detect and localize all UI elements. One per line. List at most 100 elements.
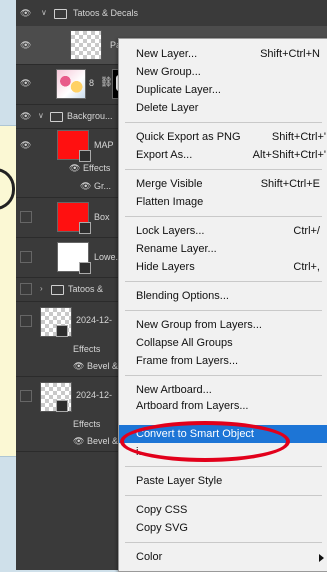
menu-item-duplicate-layer[interactable]: Duplicate Layer... — [119, 81, 327, 99]
smart-object-badge-icon — [79, 222, 91, 234]
menu-item-copy-css[interactable]: Copy CSS — [119, 501, 327, 519]
layer-name: Box — [94, 212, 110, 222]
menu-item-flatten-image[interactable]: Flatten Image — [119, 193, 327, 211]
effects-label: Effects — [83, 163, 111, 173]
visibility-toggle[interactable] — [20, 251, 32, 263]
menu-item-label: Collapse All Groups — [136, 337, 233, 349]
menu-item-label: New Group from Layers... — [136, 319, 262, 331]
menu-item-label: Export As... — [136, 149, 193, 161]
effects-label: Effects — [73, 344, 101, 354]
layer-name: 8 — [89, 78, 95, 88]
menu-item-label: Flatten Image — [136, 196, 204, 208]
menu-item-label: Duplicate Layer... — [136, 84, 221, 96]
menu-separator — [125, 495, 322, 496]
menu-item-label: Frame from Layers... — [136, 355, 239, 367]
menu-separator — [125, 310, 322, 311]
menu-item-merge-visible[interactable]: Merge Visible Shift+Ctrl+E — [119, 175, 327, 193]
menu-item-artboard-from-layers[interactable]: Artboard from Layers... — [119, 397, 327, 415]
menu-separator — [125, 281, 322, 282]
layer-name: 2024-12- — [76, 390, 113, 400]
layer-thumbnail — [56, 69, 86, 99]
visibility-toggle[interactable] — [20, 315, 32, 327]
chevron-right-icon[interactable]: › — [40, 284, 43, 293]
menu-item-new-group-from-layers[interactable]: New Group from Layers... — [119, 316, 327, 334]
menu-separator — [125, 169, 322, 170]
menu-separator — [125, 542, 322, 543]
visibility-toggle[interactable] — [20, 390, 32, 402]
menu-item-paste-layer-style[interactable]: Paste Layer Style — [119, 472, 327, 490]
visibility-toggle[interactable] — [20, 283, 32, 295]
chevron-down-icon[interactable]: ∨ — [38, 111, 44, 120]
menu-item-label: Paste Layer Style — [136, 475, 223, 487]
menu-item-label: Artboard from Layers... — [136, 400, 249, 412]
eye-icon[interactable]: 👁 — [73, 361, 84, 372]
eye-icon[interactable]: 👁 — [20, 40, 31, 51]
layer-name: Backgrou... — [67, 111, 113, 121]
menu-item-shortcut: Ctrl+, — [293, 261, 320, 273]
menu-item-delete-layer[interactable]: Delete Layer — [119, 99, 327, 117]
chevron-down-icon[interactable]: ∨ — [41, 8, 47, 17]
menu-item-shortcut: Shift+Ctrl+' — [271, 131, 326, 143]
layer-name: MAP — [94, 140, 114, 150]
menu-separator — [125, 466, 322, 467]
folder-icon — [54, 9, 67, 19]
menu-item-label: Quick Export as PNG — [136, 131, 241, 143]
folder-icon — [51, 285, 64, 295]
menu-item-new-layer[interactable]: New Layer... Shift+Ctrl+N — [119, 45, 327, 63]
menu-item-label: New Layer... — [136, 48, 198, 60]
menu-separator — [125, 216, 322, 217]
effect-label: Bevel & — [87, 361, 119, 371]
smart-object-badge-icon — [56, 400, 68, 412]
menu-item-label: Color — [136, 551, 163, 563]
eye-icon[interactable]: 👁 — [20, 140, 31, 151]
effect-label: Bevel & — [87, 436, 119, 446]
menu-item-blending-options[interactable]: Blending Options... — [119, 287, 327, 305]
menu-item-label: Copy CSS — [136, 504, 188, 516]
eye-icon[interactable]: 👁 — [80, 181, 91, 192]
menu-item-label: Lock Layers... — [136, 225, 205, 237]
menu-item-color[interactable]: Color — [119, 548, 327, 566]
menu-separator — [125, 375, 322, 376]
menu-item-shortcut: Shift+Ctrl+N — [260, 48, 320, 60]
menu-item-label: Copy SVG — [136, 522, 188, 534]
menu-item-label: Hide Layers — [136, 261, 195, 273]
visibility-toggle[interactable] — [20, 211, 32, 223]
layer-row-tatoos-decals[interactable]: 👁 ∨ Tatoos & Decals — [16, 0, 327, 27]
context-menu: New Layer... Shift+Ctrl+N New Group... D… — [118, 38, 327, 572]
smart-object-badge-icon — [56, 325, 68, 337]
menu-item-label: Delete Layer — [136, 102, 199, 114]
menu-item-label: Rename Layer... — [136, 243, 217, 255]
menu-item-quick-export-png[interactable]: Quick Export as PNG Shift+Ctrl+' — [119, 128, 327, 146]
folder-icon — [50, 112, 63, 122]
effects-label: Effects — [73, 419, 101, 429]
eye-icon[interactable]: 👁 — [20, 78, 31, 89]
menu-item-shortcut: Shift+Ctrl+E — [260, 178, 320, 190]
layer-name: Tatoos & Decals — [73, 8, 139, 18]
layer-name: Tatoos & — [68, 284, 104, 294]
menu-item-collapse-all-groups[interactable]: Collapse All Groups — [119, 334, 327, 352]
menu-item-label: Blending Options... — [136, 290, 229, 302]
submenu-arrow-icon — [319, 554, 324, 562]
menu-item-label: New Group... — [136, 66, 201, 78]
link-icon: ⛓ — [100, 77, 113, 88]
effect-label: Gr... — [94, 181, 112, 191]
annotation-highlight-oval — [120, 421, 290, 462]
eye-icon[interactable]: 👁 — [20, 111, 31, 122]
menu-separator — [125, 122, 322, 123]
menu-item-frame-from-layers[interactable]: Frame from Layers... — [119, 352, 327, 370]
eye-icon[interactable]: 👁 — [20, 8, 31, 19]
layer-name: 2024-12- — [76, 315, 113, 325]
menu-item-export-as[interactable]: Export As... Alt+Shift+Ctrl+' — [119, 146, 327, 164]
menu-item-label: Merge Visible — [136, 178, 203, 190]
menu-item-hide-layers[interactable]: Hide Layers Ctrl+, — [119, 258, 327, 276]
menu-item-shortcut: Ctrl+/ — [293, 225, 320, 237]
eye-icon[interactable]: 👁 — [69, 163, 80, 174]
menu-item-rename-layer[interactable]: Rename Layer... — [119, 240, 327, 258]
menu-item-new-group[interactable]: New Group... — [119, 63, 327, 81]
smart-object-badge-icon — [79, 262, 91, 274]
menu-item-copy-svg[interactable]: Copy SVG — [119, 519, 327, 537]
eye-icon[interactable]: 👁 — [73, 436, 84, 447]
layer-thumbnail — [70, 30, 102, 60]
menu-item-lock-layers[interactable]: Lock Layers... Ctrl+/ — [119, 222, 327, 240]
menu-item-shortcut: Alt+Shift+Ctrl+' — [252, 149, 326, 161]
